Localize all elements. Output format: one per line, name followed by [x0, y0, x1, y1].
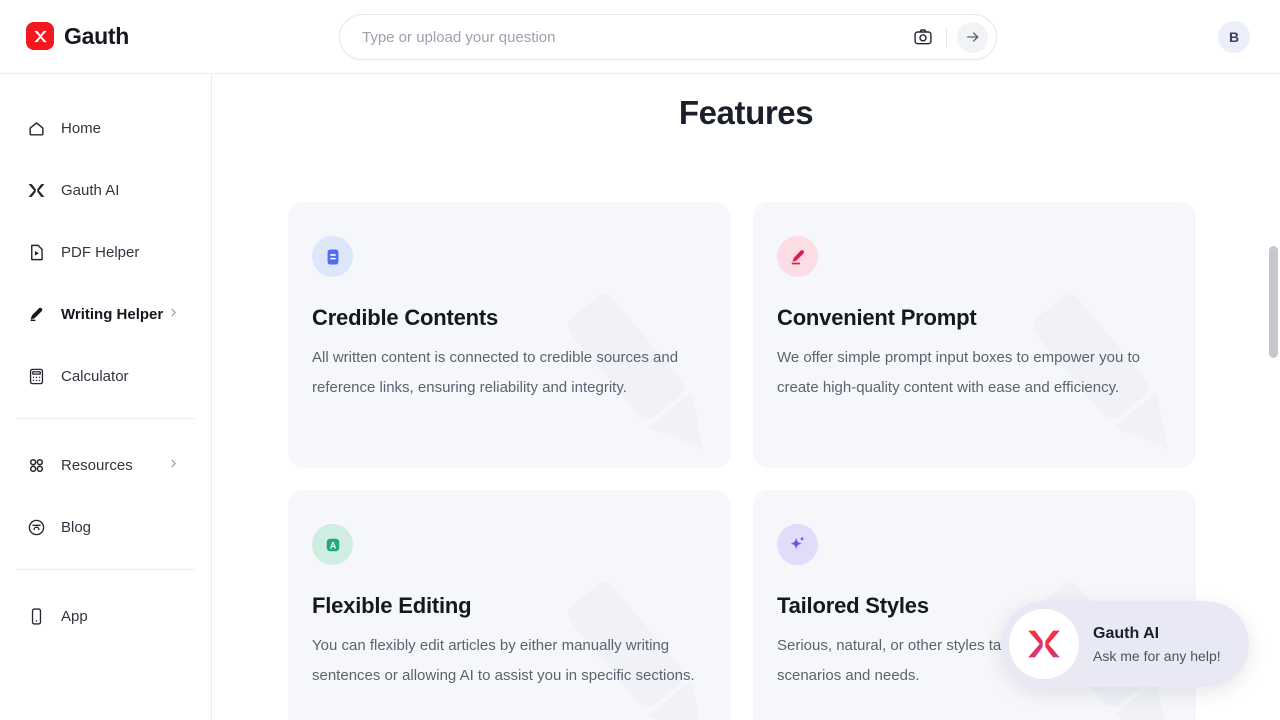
feature-card-credible-contents[interactable]: Credible Contents All written content is…: [288, 202, 731, 468]
gauth-butterfly-logo-icon: [26, 22, 54, 50]
pen-icon: [26, 304, 46, 324]
card-title: Credible Contents: [312, 305, 499, 330]
pdf-file-icon: [26, 242, 46, 262]
search-bar[interactable]: [339, 14, 997, 60]
card-description: You can flexibly edit articles by either…: [312, 637, 695, 684]
calculator-icon: [26, 366, 46, 386]
vertical-scrollbar-track[interactable]: [1266, 74, 1280, 720]
search-submit-button[interactable]: [957, 21, 988, 53]
sidebar-item-label: Resources: [61, 456, 133, 474]
chat-widget-subtitle: Ask me for any help!: [1093, 647, 1221, 664]
camera-icon[interactable]: [908, 22, 938, 52]
chat-widget-title: Gauth AI: [1093, 624, 1160, 642]
chat-widget-text: Gauth AI Ask me for any help!: [1093, 625, 1221, 664]
gauth-butterfly-logo-icon: [1009, 609, 1079, 679]
chevron-right-icon: [168, 456, 179, 474]
sidebar-item-label: Home: [61, 119, 102, 137]
svg-text:A: A: [329, 540, 336, 550]
home-icon: [26, 118, 46, 138]
sidebar-divider-1: [16, 418, 195, 419]
gauth-ai-icon: [26, 180, 46, 200]
sidebar-item-resources[interactable]: Resources: [14, 445, 197, 485]
card-title: Flexible Editing: [312, 593, 472, 618]
grid-icon: [26, 455, 46, 475]
sidebar-item-label: Blog: [61, 518, 92, 536]
brand-name: Gauth: [64, 22, 129, 49]
sidebar-item-pdf-helper[interactable]: PDF Helper: [14, 232, 197, 272]
sidebar-item-home[interactable]: Home: [14, 108, 197, 148]
sidebar-item-label: Gauth AI: [61, 181, 120, 199]
page-title: Features: [678, 94, 814, 131]
sidebar-item-label: App: [61, 607, 88, 625]
gauth-ai-chat-widget[interactable]: Gauth AI Ask me for any help!: [1001, 601, 1249, 687]
vertical-scrollbar-thumb[interactable]: [1269, 246, 1278, 358]
sidebar-item-label: Writing Helper: [61, 305, 164, 323]
sidebar-item-calculator[interactable]: Calculator: [14, 356, 197, 396]
card-description: We offer simple prompt input boxes to em…: [777, 349, 1140, 396]
search-divider: [946, 27, 947, 47]
sidebar-item-label: PDF Helper: [61, 243, 140, 261]
sidebar-item-writing-helper[interactable]: Writing Helper: [14, 294, 197, 334]
pen-edit-icon: [777, 236, 818, 277]
sidebar-item-app[interactable]: App: [14, 596, 197, 636]
sidebar-divider-2: [16, 569, 195, 570]
feature-card-convenient-prompt[interactable]: Convenient Prompt We offer simple prompt…: [753, 202, 1196, 468]
search-input[interactable]: [340, 28, 908, 46]
sidebar-item-label: Calculator: [61, 367, 129, 385]
card-description: All written content is connected to cred…: [312, 349, 679, 396]
app-header: Gauth B: [0, 0, 1280, 74]
mobile-app-icon: [26, 606, 46, 626]
avatar[interactable]: B: [1218, 21, 1250, 53]
blog-icon: [26, 517, 46, 537]
brand[interactable]: Gauth: [26, 22, 129, 50]
feature-card-flexible-editing[interactable]: A Flexible Editing You can flexibly edit…: [288, 490, 731, 720]
avatar-initial: B: [1228, 29, 1240, 45]
chevron-right-icon: [168, 305, 179, 323]
sidebar: Home Gauth AI PDF Helper Writing Helper: [0, 74, 212, 720]
card-title: Convenient Prompt: [777, 305, 977, 330]
sidebar-item-blog[interactable]: Blog: [14, 507, 197, 547]
document-lines-icon: [312, 236, 353, 277]
sidebar-item-gauth-ai[interactable]: Gauth AI: [14, 170, 197, 210]
letter-a-icon: A: [312, 524, 353, 565]
sparkle-icon: [777, 524, 818, 565]
